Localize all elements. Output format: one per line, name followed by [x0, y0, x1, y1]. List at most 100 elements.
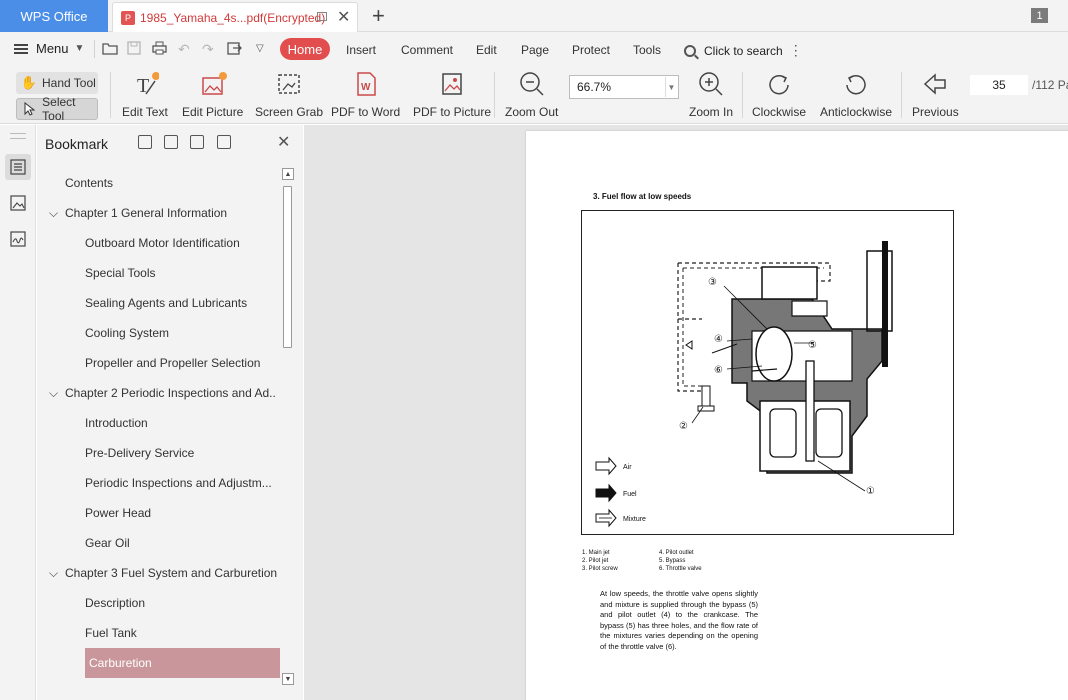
- close-panel-icon[interactable]: ✕: [277, 132, 290, 152]
- tab-comment[interactable]: Comment: [401, 43, 453, 57]
- add-bookmark-icon[interactable]: [138, 135, 152, 149]
- new-tab-button[interactable]: +: [372, 3, 385, 29]
- bookmark-item-chapter-2[interactable]: ⌵ Chapter 2 Periodic Inspections and Ad..: [45, 378, 287, 408]
- page-heading: 3. Fuel flow at low speeds: [593, 192, 692, 201]
- tab-protect[interactable]: Protect: [572, 43, 610, 57]
- svg-text:T: T: [137, 75, 149, 97]
- tab-page[interactable]: Page: [521, 43, 549, 57]
- chevron-down-icon[interactable]: ⌵: [49, 566, 65, 581]
- ribbon-toolbar: ✋ Hand Tool Select Tool T Edit Text Edit…: [0, 66, 1068, 124]
- pdf-to-picture-button[interactable]: PDF to Picture: [413, 70, 491, 119]
- zoom-level-value: 66.7%: [577, 80, 612, 94]
- menu-button[interactable]: Menu ▼: [14, 41, 84, 56]
- bookmark-label: Power Head: [85, 506, 152, 520]
- part-item: 4. Pilot outlet: [659, 550, 694, 556]
- zoom-in-button[interactable]: Zoom In: [689, 70, 733, 119]
- tab-edit[interactable]: Edit: [476, 43, 497, 57]
- separator: [742, 72, 743, 118]
- chevron-down-icon[interactable]: ▼: [665, 77, 677, 97]
- anticlockwise-label: Anticlockwise: [820, 105, 893, 119]
- chevron-down-icon[interactable]: ⌵: [49, 206, 65, 221]
- save-icon[interactable]: [127, 41, 141, 58]
- arrow-left-icon: [921, 70, 949, 98]
- select-tool-label: Select Tool: [42, 95, 76, 123]
- bookmark-label: Introduction: [85, 416, 148, 430]
- undo-icon[interactable]: ↶: [178, 41, 190, 58]
- rotate-anticlockwise-button[interactable]: Anticlockwise: [820, 70, 892, 119]
- callout-4: ④: [714, 334, 723, 345]
- chevron-down-icon: ▼: [74, 43, 85, 54]
- search-box[interactable]: Click to search ⋮: [684, 42, 803, 59]
- bookmark-item-chapter-1[interactable]: ⌵ Chapter 1 General Information: [45, 198, 287, 228]
- more-options-icon[interactable]: ⋮: [789, 42, 803, 59]
- clockwise-label: Clockwise: [752, 105, 807, 119]
- pdf-to-word-button[interactable]: W PDF to Word: [331, 70, 400, 119]
- app-tab[interactable]: WPS Office: [0, 0, 108, 32]
- tab-home[interactable]: Home: [280, 38, 330, 60]
- hand-icon: ✋: [20, 75, 38, 90]
- part-item: 5. Bypass: [659, 558, 686, 564]
- bookmark-label: Propeller and Propeller Selection: [85, 356, 261, 370]
- redo-icon[interactable]: ↷: [202, 41, 214, 58]
- bookmark-item-selected[interactable]: Carburetion: [85, 648, 280, 678]
- bookmark-item-chapter-3[interactable]: ⌵ Chapter 3 Fuel System and Carburetion: [45, 558, 287, 588]
- select-tool-button[interactable]: Select Tool: [16, 95, 98, 123]
- carburetor-drawing: ③ ④ ⑤ ⑥ ② ① Air Fuel Mixture: [595, 241, 893, 528]
- export-icon[interactable]: [227, 41, 242, 58]
- part-item: 6. Throttle valve: [659, 566, 702, 572]
- thumbnail-panel-icon[interactable]: [5, 190, 31, 216]
- search-label: Click to search: [704, 43, 783, 58]
- screen-grab-button[interactable]: Screen Grab: [255, 70, 323, 119]
- bookmark-item-contents[interactable]: Contents: [45, 168, 287, 198]
- document-tab[interactable]: P 1985_Yamaha_4s...pdf(Encrypted) ✕: [112, 2, 358, 32]
- page-body-text: At low speeds, the throttle valve opens …: [600, 589, 758, 651]
- hand-tool-button[interactable]: ✋ Hand Tool: [16, 72, 98, 94]
- callout-6: ⑥: [714, 365, 723, 376]
- edit-picture-icon: [199, 70, 227, 98]
- scroll-down-icon[interactable]: ▼: [282, 673, 294, 685]
- print-icon[interactable]: [152, 41, 167, 58]
- previous-page-button[interactable]: Previous: [912, 70, 959, 119]
- signature-panel-icon[interactable]: [5, 226, 31, 252]
- open-folder-icon[interactable]: [102, 41, 118, 58]
- collapse-bookmarks-icon[interactable]: [164, 135, 178, 149]
- bookmark-panel-icon[interactable]: [5, 154, 31, 180]
- pdf-to-picture-icon: [438, 70, 466, 98]
- zoom-in-icon: [697, 70, 725, 98]
- zoom-in-label: Zoom In: [689, 105, 734, 119]
- bookmark-label: Chapter 2 Periodic Inspections and Ad..: [65, 386, 276, 400]
- window-count-badge[interactable]: 1: [1031, 8, 1048, 23]
- edit-text-button[interactable]: T Edit Text: [122, 70, 168, 119]
- bookmark-label: Chapter 1 General Information: [65, 206, 228, 220]
- page-total: /112 Pa: [1032, 78, 1068, 92]
- tab-tools[interactable]: Tools: [633, 43, 661, 57]
- legend-fuel: Fuel: [623, 491, 637, 498]
- separator: [94, 40, 95, 58]
- tab-insert[interactable]: Insert: [346, 43, 376, 57]
- expand-bookmarks-icon[interactable]: [190, 135, 204, 149]
- bookmark-label: Special Tools: [85, 266, 156, 280]
- callout-1: ①: [866, 486, 875, 497]
- zoom-out-button[interactable]: Zoom Out: [505, 70, 558, 119]
- page-number-input[interactable]: 35: [970, 75, 1028, 95]
- bookmark-label: Periodic Inspections and Adjustm...: [85, 476, 272, 490]
- monitor-icon[interactable]: [317, 12, 327, 21]
- rotate-clockwise-button[interactable]: Clockwise: [752, 70, 806, 119]
- document-canvas[interactable]: 3. Fuel flow at low speeds ③ ④ ⑤ ⑥ ② ① A…: [304, 125, 1068, 700]
- bookmark-scrollbar[interactable]: ▲ ▼: [282, 168, 294, 688]
- bookmark-options-icon[interactable]: [217, 135, 231, 149]
- bookmark-label: Chapter 3 Fuel System and Carburetion: [65, 566, 278, 580]
- side-rail: [0, 125, 36, 700]
- quick-access-dropdown-icon[interactable]: ▽: [256, 43, 264, 54]
- edit-picture-button[interactable]: Edit Picture: [182, 70, 243, 119]
- scroll-up-icon[interactable]: ▲: [282, 168, 294, 180]
- chevron-down-icon[interactable]: ⌵: [49, 386, 65, 401]
- zoom-out-label: Zoom Out: [505, 105, 559, 119]
- close-tab-icon[interactable]: ✕: [337, 7, 350, 27]
- rotate-anticlockwise-icon: [842, 70, 870, 98]
- pdf-icon: P: [121, 10, 135, 25]
- zoom-level-select[interactable]: 66.7% ▼: [569, 75, 679, 99]
- edit-text-icon: T: [131, 70, 160, 98]
- menu-label: Menu: [36, 41, 69, 56]
- scrollbar-thumb[interactable]: [283, 186, 292, 348]
